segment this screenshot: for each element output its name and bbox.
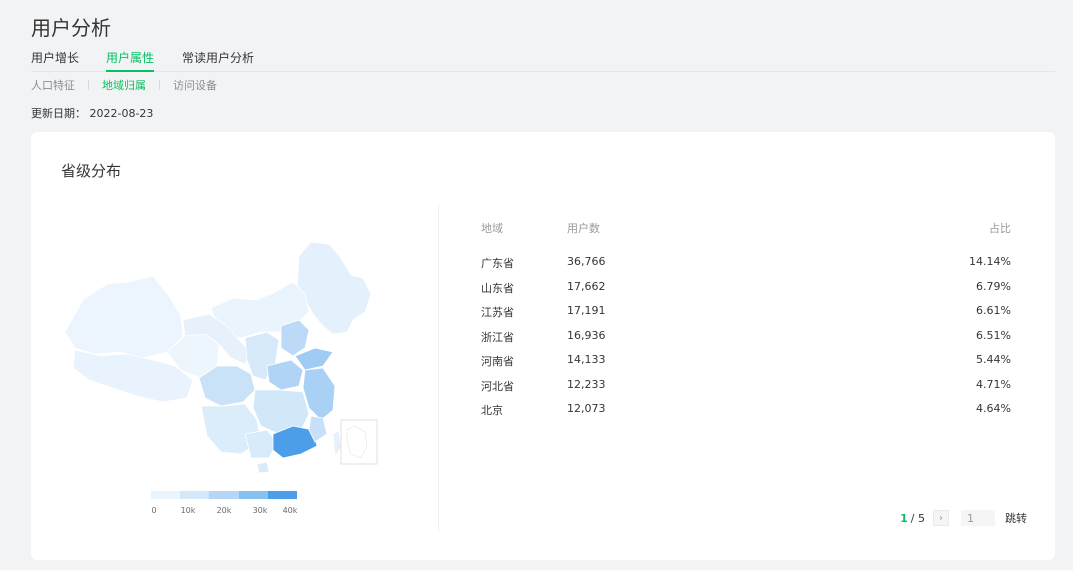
legend-ticks: 0 10k 20k 30k 40k: [151, 506, 297, 518]
legend-tick: 0: [151, 506, 157, 515]
cell-users: 12,073: [567, 402, 606, 415]
cell-users: 12,233: [567, 377, 606, 391]
map-region-hainan[interactable]: [256, 461, 270, 474]
south-china-sea-outline: [346, 425, 368, 459]
legend-segment: [151, 491, 181, 499]
sub-tabs: 人口特征 地域归属 访问设备: [31, 77, 217, 93]
legend-gradient-bar[interactable]: [151, 491, 298, 499]
subtab-separator: [88, 80, 89, 90]
cell-users: 17,662: [567, 279, 606, 293]
table-row: 山东省 17,662 6.79%: [481, 280, 1011, 305]
table-row: 浙江省 16,936 6.51%: [481, 329, 1011, 354]
china-choropleth-map[interactable]: [61, 220, 391, 474]
legend-segment: [267, 491, 298, 499]
cell-users: 17,191: [567, 304, 606, 317]
map-region-henan[interactable]: [266, 359, 304, 391]
jump-button[interactable]: 跳转: [1005, 510, 1027, 526]
table-header: 地域 用户数 占比: [481, 220, 1011, 236]
pagination: 1 / 5 › 跳转: [900, 510, 1027, 526]
legend-tick: 40k: [282, 506, 298, 515]
cell-ratio: 6.51%: [976, 328, 1011, 342]
cell-ratio: 5.44%: [976, 353, 1011, 366]
table-body: 广东省 36,766 14.14% 山东省 17,662 6.79% 江苏省 1…: [481, 255, 1011, 427]
header-ratio: 占比: [989, 222, 1011, 235]
subtab-devices[interactable]: 访问设备: [173, 77, 217, 93]
cell-ratio: 4.71%: [976, 377, 1011, 391]
cell-ratio: 4.64%: [976, 402, 1011, 415]
cell-region: 山东省: [481, 281, 514, 295]
legend-segment: [209, 491, 239, 499]
cell-region: 江苏省: [481, 306, 514, 319]
cell-region: 浙江省: [481, 330, 514, 344]
cell-ratio: 6.61%: [976, 304, 1011, 317]
legend-tick: 30k: [252, 506, 268, 515]
cell-ratio: 14.14%: [969, 255, 1011, 268]
map-legend: 0 10k 20k 30k 40k: [151, 491, 297, 518]
cell-users: 14,133: [567, 353, 606, 366]
table-row: 河北省 12,233 4.71%: [481, 378, 1011, 403]
map-region-northeast[interactable]: [296, 241, 372, 335]
header-users: 用户数: [567, 222, 600, 235]
map-region-xinjiang[interactable]: [64, 275, 184, 359]
subtab-separator: [159, 80, 160, 90]
table-row: 广东省 36,766 14.14%: [481, 255, 1011, 280]
cell-region: 河北省: [481, 379, 514, 393]
map-region-hebei-beijing[interactable]: [280, 319, 310, 357]
table-row: 河南省 14,133 5.44%: [481, 353, 1011, 378]
panel-divider: [438, 205, 439, 531]
map-region-guangxi[interactable]: [244, 429, 278, 459]
subtab-demographics[interactable]: 人口特征: [31, 77, 75, 93]
subtab-region[interactable]: 地域归属: [102, 77, 146, 93]
tab-user-attributes[interactable]: 用户属性: [106, 50, 155, 72]
page-jump-input[interactable]: [961, 510, 995, 526]
total-pages: / 5: [910, 511, 925, 525]
legend-segment: [238, 491, 268, 499]
tab-user-growth[interactable]: 用户增长: [31, 50, 79, 70]
cell-region: 河南省: [481, 355, 514, 368]
chevron-right-icon[interactable]: ›: [933, 510, 949, 526]
legend-tick: 10k: [180, 506, 196, 515]
province-distribution-card: 省级分布 0 10k 20k 30k 40k 地域 用户数 占比 广东省 36,…: [31, 132, 1055, 560]
cell-region: 北京: [481, 404, 503, 417]
table-row: 北京 12,073 4.64%: [481, 402, 1011, 427]
update-date: 更新日期： 2022-08-23: [31, 107, 154, 120]
region-table: 地域 用户数 占比 广东省 36,766 14.14% 山东省 17,662 6…: [481, 220, 1011, 417]
header-region: 地域: [481, 222, 503, 235]
legend-tick: 20k: [216, 506, 232, 515]
main-tabs: 用户增长 用户属性 常读用户分析: [31, 50, 1055, 72]
legend-segment: [180, 491, 210, 499]
cell-users: 36,766: [567, 255, 606, 268]
map-region-sichuan[interactable]: [198, 365, 256, 407]
tab-frequent-readers[interactable]: 常读用户分析: [182, 50, 254, 70]
page-title: 用户分析: [31, 16, 111, 40]
table-row: 江苏省 17,191 6.61%: [481, 304, 1011, 329]
cell-users: 16,936: [567, 328, 606, 342]
cell-region: 广东省: [481, 257, 514, 270]
card-title: 省级分布: [61, 162, 122, 180]
map-region-taiwan[interactable]: [332, 429, 342, 458]
current-page: 1: [900, 511, 908, 525]
cell-ratio: 6.79%: [976, 279, 1011, 293]
